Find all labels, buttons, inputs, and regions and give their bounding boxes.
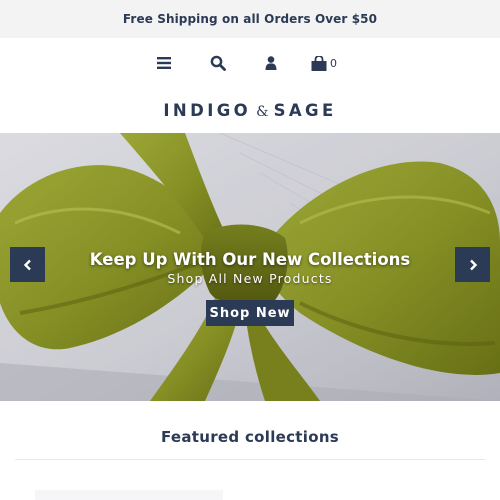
chevron-left-icon (23, 259, 31, 270)
chevron-right-icon (469, 259, 477, 270)
cart-icon (311, 55, 327, 71)
announcement-bar: Free Shipping on all Orders Over $50 (0, 0, 500, 38)
store-logo[interactable]: INDIGO & SAGE (0, 101, 500, 120)
search-icon[interactable] (209, 48, 227, 78)
account-icon[interactable] (264, 48, 278, 78)
slider-prev-button[interactable] (10, 247, 45, 282)
cart-button[interactable]: 0 (311, 48, 345, 78)
header-icons: 0 (0, 48, 500, 78)
cart-count: 0 (330, 57, 337, 70)
collection-card[interactable] (35, 490, 223, 500)
hero-title: Keep Up With Our New Collections (89, 250, 411, 269)
hero-subtitle: Shop All New Products (167, 271, 333, 286)
logo-ampersand: & (256, 104, 269, 120)
announcement-text: Free Shipping on all Orders Over $50 (122, 12, 378, 26)
slider-next-button[interactable] (455, 247, 490, 282)
featured-collections-heading: Featured collections (160, 428, 340, 446)
shop-new-button[interactable]: Shop New (206, 300, 294, 326)
logo-word-left: INDIGO (163, 101, 252, 120)
menu-icon[interactable] (156, 48, 172, 78)
section-divider (15, 459, 485, 460)
logo-word-right: SAGE (273, 101, 337, 120)
